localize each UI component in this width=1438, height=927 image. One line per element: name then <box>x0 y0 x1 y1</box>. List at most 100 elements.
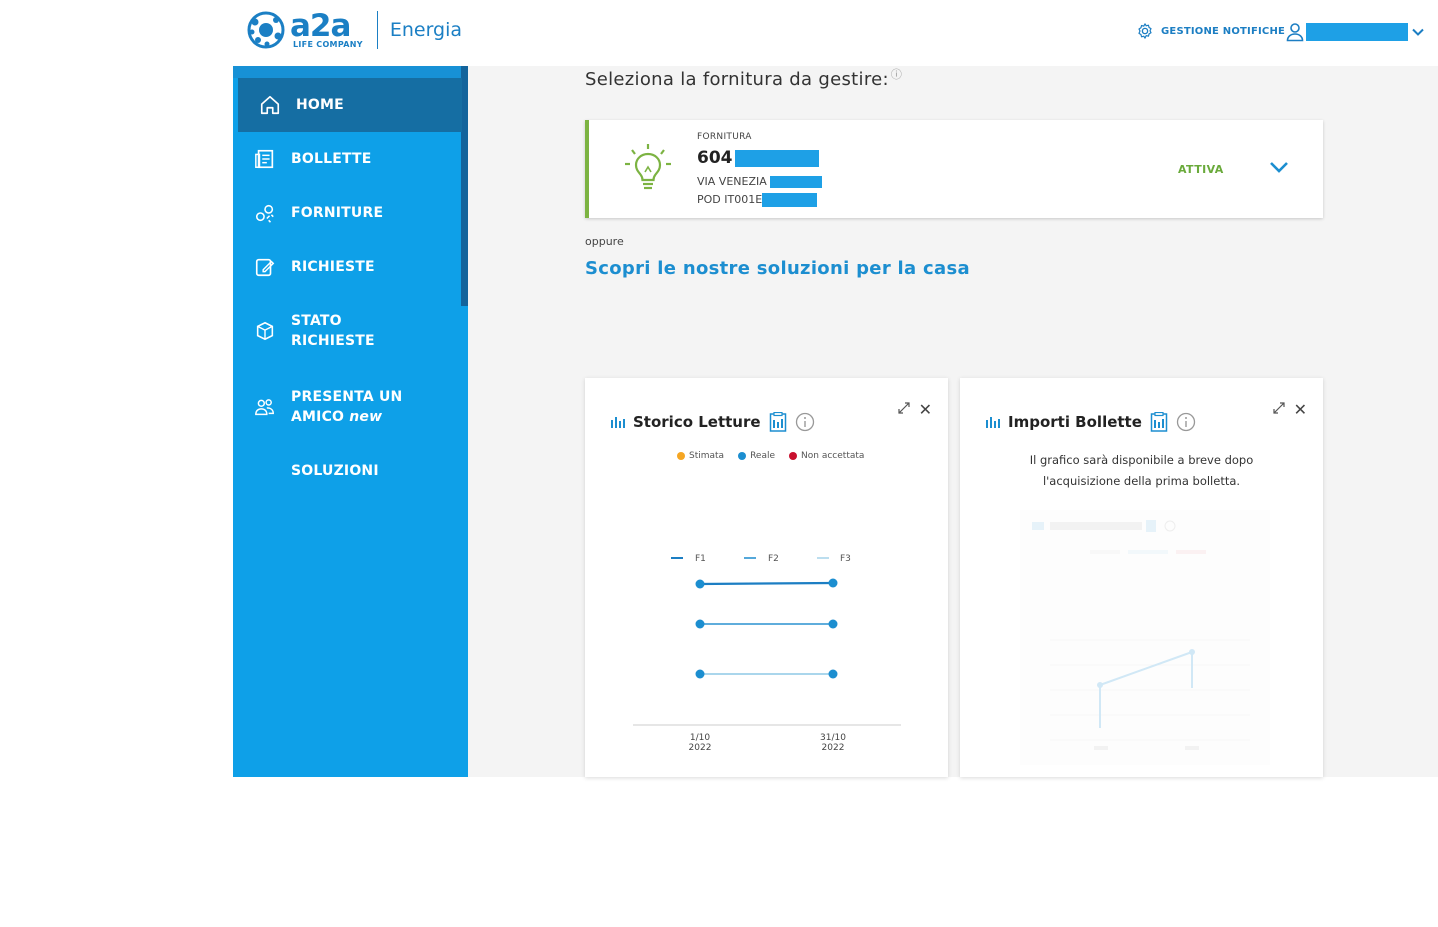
series-f3-label: F3 <box>840 554 851 564</box>
logo-wordmark: a2a LIFE COMPANY <box>290 11 363 49</box>
sidebar-item-stato-richieste[interactable]: STATO RICHIESTE <box>233 302 461 360</box>
legend-label: Non accettata <box>801 451 865 461</box>
series-f1-label: F1 <box>695 554 706 564</box>
excel-export-icon[interactable] <box>769 412 787 432</box>
expand-icon[interactable] <box>1273 402 1285 414</box>
series-legend: F1 F2 F3 <box>671 554 851 564</box>
chart-unavailable-message: Il grafico sarà disponibile a breve dopo… <box>960 450 1323 492</box>
supply-card[interactable]: FORNITURA 604 VIA VENEZIA POD IT001E ATT… <box>585 120 1323 218</box>
legend-dot <box>738 452 747 460</box>
series-f2-label: F2 <box>768 554 779 564</box>
sidebar-item-presenta-amico[interactable]: PRESENTA UN AMICO new <box>233 378 461 436</box>
chevron-down-icon[interactable] <box>1269 160 1289 174</box>
legend-item-reale: Reale <box>738 451 775 461</box>
legend-label: Reale <box>750 451 776 461</box>
chevron-down-icon <box>1412 28 1424 36</box>
a2a-logo[interactable]: a2a LIFE COMPANY Energia <box>246 10 462 50</box>
sidebar-item-label-line2: AMICO new <box>291 407 402 427</box>
series-line-f1 <box>699 581 834 586</box>
home-icon <box>258 93 282 117</box>
legend-item-non-accettata: Non accettata <box>789 451 864 461</box>
redacted-block <box>734 149 819 167</box>
new-badge: new <box>349 409 383 425</box>
legend-dot <box>789 452 798 460</box>
notifications-label: GESTIONE NOTIFICHE <box>1161 25 1286 37</box>
request-icon <box>253 255 277 279</box>
header: a2a LIFE COMPANY Energia GESTIONE NOTIFI… <box>0 0 1438 66</box>
logo-brand: a2a <box>290 8 351 44</box>
sidebar-item-label: FORNITURE <box>291 205 384 221</box>
sidebar-item-label: STATO RICHIESTE <box>291 311 375 351</box>
sidebar-item-label: RICHIESTE <box>291 259 375 275</box>
sidebar-item-richieste[interactable]: RICHIESTE <box>233 240 461 294</box>
letture-line-chart: F1 F2 F3 1/10 2022 31/10 2022 <box>633 554 901 753</box>
page: a2a LIFE COMPANY Energia GESTIONE NOTIFI… <box>0 0 1438 927</box>
info-icon[interactable] <box>795 412 815 432</box>
x-tick-label: 2022 <box>689 743 712 753</box>
excel-export-icon[interactable] <box>1150 412 1168 432</box>
sidebar-item-label: PRESENTA UN AMICO new <box>291 387 402 427</box>
close-icon[interactable]: ✕ <box>919 400 932 419</box>
status-icon <box>253 319 277 343</box>
close-icon[interactable]: ✕ <box>1294 400 1307 419</box>
supply-address-text: VIA VENEZIA <box>697 175 767 188</box>
supply-number-text: 604 <box>697 148 733 168</box>
data-point-f2-1[interactable] <box>828 619 838 629</box>
expand-icon[interactable] <box>898 402 910 414</box>
page-title-text: Seleziona la fornitura da gestire: <box>585 69 889 90</box>
sidebar-item-forniture[interactable]: FORNITURE <box>233 186 461 240</box>
supply-number: 604 <box>697 148 819 168</box>
status-badge: ATTIVA <box>1178 163 1224 176</box>
sidebar-item-label-line1: PRESENTA UN <box>291 389 403 405</box>
sidebar-scrollbar[interactable] <box>461 66 468 306</box>
legend-dot <box>677 452 685 460</box>
logo-product: Energia <box>389 19 463 41</box>
sidebar-item-label: BOLLETTE <box>291 151 372 167</box>
discover-solutions-link[interactable]: Scopri le nostre soluzioni per la casa <box>585 258 970 279</box>
sidebar-item-label-line2: RICHIESTE <box>291 333 375 349</box>
data-point-f3-1[interactable] <box>828 669 838 679</box>
logo-divider <box>376 11 378 49</box>
main-content: Seleziona la fornitura da gestire: ⓘ FORN… <box>468 66 1438 777</box>
letture-marks <box>695 578 838 679</box>
oppure-text: oppure <box>585 235 624 248</box>
info-icon[interactable]: ⓘ <box>891 68 902 81</box>
x-tick-label: 2022 <box>822 743 845 753</box>
sidebar-item-bollette[interactable]: BOLLETTE <box>233 132 461 186</box>
sidebar-item-home[interactable]: HOME <box>238 78 462 132</box>
bar-chart-icon <box>611 417 625 428</box>
user-name-redacted <box>1306 23 1408 41</box>
sidebar-item-label: HOME <box>296 97 344 113</box>
user-icon <box>1286 23 1304 42</box>
sidebar: HOME BOLLETTE FORNITURE RICHIESTE STATO … <box>233 66 468 777</box>
supply-address: VIA VENEZIA <box>697 175 823 188</box>
widget-title-text: Storico Letture <box>633 413 761 431</box>
sidebar-item-soluzioni[interactable]: SOLUZIONI <box>233 454 461 488</box>
widget-title: Importi Bollette <box>986 412 1196 432</box>
soluzioni-icon-placeholder <box>253 459 277 483</box>
message-line1: Il grafico sarà disponibile a breve dopo <box>1029 453 1254 467</box>
page-title: Seleziona la fornitura da gestire: ⓘ <box>585 66 902 90</box>
data-point-f1-1[interactable] <box>828 578 838 588</box>
message-line2: l'acquisizione della prima bolletta. <box>1042 474 1241 488</box>
notifications-button[interactable]: GESTIONE NOTIFICHE <box>1136 22 1285 40</box>
x-tick-label: 1/10 <box>690 733 710 743</box>
bar-chart-icon <box>986 417 1000 428</box>
placeholder-chart-illustration <box>1020 510 1270 765</box>
friends-icon <box>253 395 277 419</box>
redacted-block <box>762 193 818 207</box>
widget-title-text: Importi Bollette <box>1008 413 1142 431</box>
info-icon[interactable] <box>1176 412 1196 432</box>
widget-title: Storico Letture <box>611 412 815 432</box>
data-point-f1-0[interactable] <box>695 579 705 589</box>
gear-icon <box>1138 23 1152 39</box>
lightbulb-icon <box>625 144 671 190</box>
sidebar-item-label-line1: STATO <box>291 313 342 329</box>
user-menu[interactable] <box>1286 22 1425 42</box>
data-point-f3-0[interactable] <box>695 669 705 679</box>
legend-item-stimata: Stimata <box>677 451 724 461</box>
data-point-f2-0[interactable] <box>695 619 705 629</box>
legend-label: Stimata <box>689 451 725 461</box>
sidebar-item-label-line2-text: AMICO <box>291 409 345 425</box>
supply-pod: POD IT001E <box>697 193 818 207</box>
